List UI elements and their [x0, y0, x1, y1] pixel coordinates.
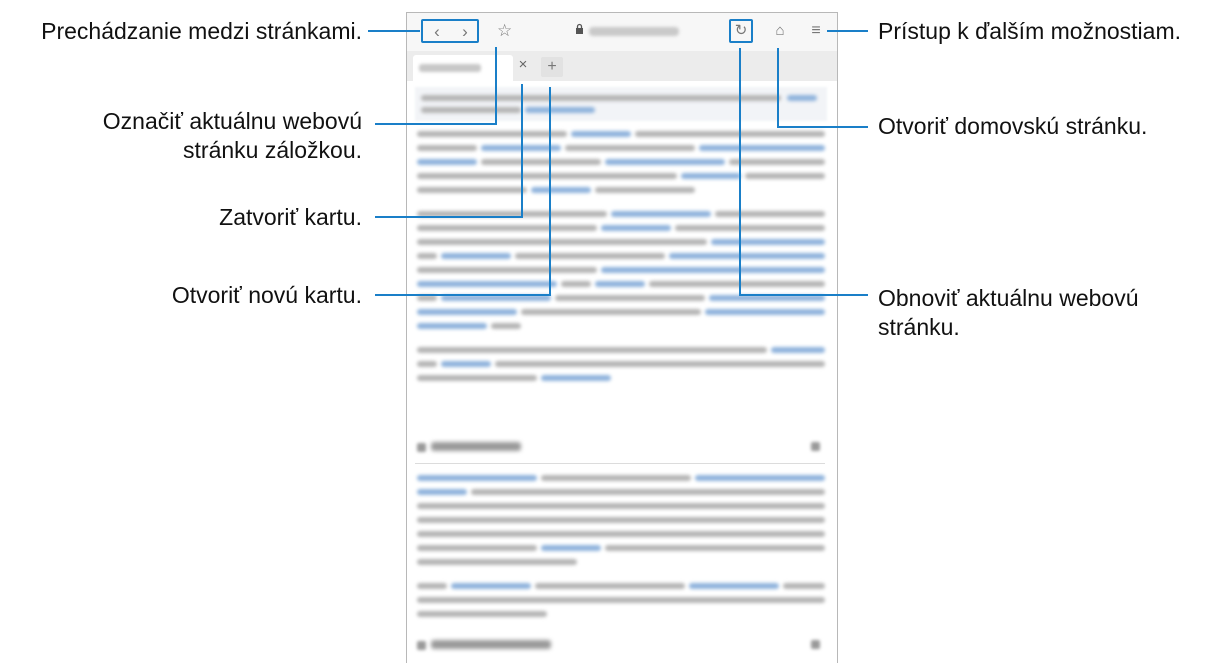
menu-button[interactable]: ≡	[805, 19, 827, 43]
callout-close-tab: Zatvoriť kartu.	[219, 204, 362, 230]
home-button[interactable]: ⌂	[769, 19, 791, 43]
callout-refresh: Obnoviť aktuálnu webovú stránku.	[878, 285, 1139, 340]
callout-navigate: Prechádzanie medzi stránkami.	[41, 18, 362, 44]
callout-home: Otvoriť domovskú stránku.	[878, 113, 1148, 139]
forward-button[interactable]: ›	[452, 22, 478, 42]
tab-bar: × +	[407, 51, 837, 81]
navigation-buttons: ‹ ›	[421, 19, 479, 43]
callout-more-options: Prístup k ďalším možnostiam.	[878, 18, 1181, 44]
callout-new-tab: Otvoriť novú kartu.	[171, 282, 362, 308]
close-tab-button[interactable]: ×	[515, 56, 531, 74]
url-text	[589, 27, 679, 36]
address-bar[interactable]	[575, 23, 705, 39]
browser-window: ‹ › ☆ ↻ ⌂ ≡ × +	[406, 12, 838, 663]
back-button[interactable]: ‹	[424, 22, 450, 42]
notice-banner	[415, 87, 827, 121]
reload-button[interactable]: ↻	[729, 19, 753, 43]
tab-title	[419, 64, 481, 72]
browser-toolbar: ‹ › ☆ ↻ ⌂ ≡	[407, 13, 837, 51]
lock-icon	[576, 23, 583, 34]
callout-bookmark: Označiť aktuálnu webovú stránku záložkou…	[102, 108, 362, 163]
new-tab-button[interactable]: +	[541, 57, 563, 77]
tab-active[interactable]	[413, 55, 513, 81]
bookmark-star-icon[interactable]: ☆	[497, 21, 512, 41]
page-content	[407, 81, 837, 663]
